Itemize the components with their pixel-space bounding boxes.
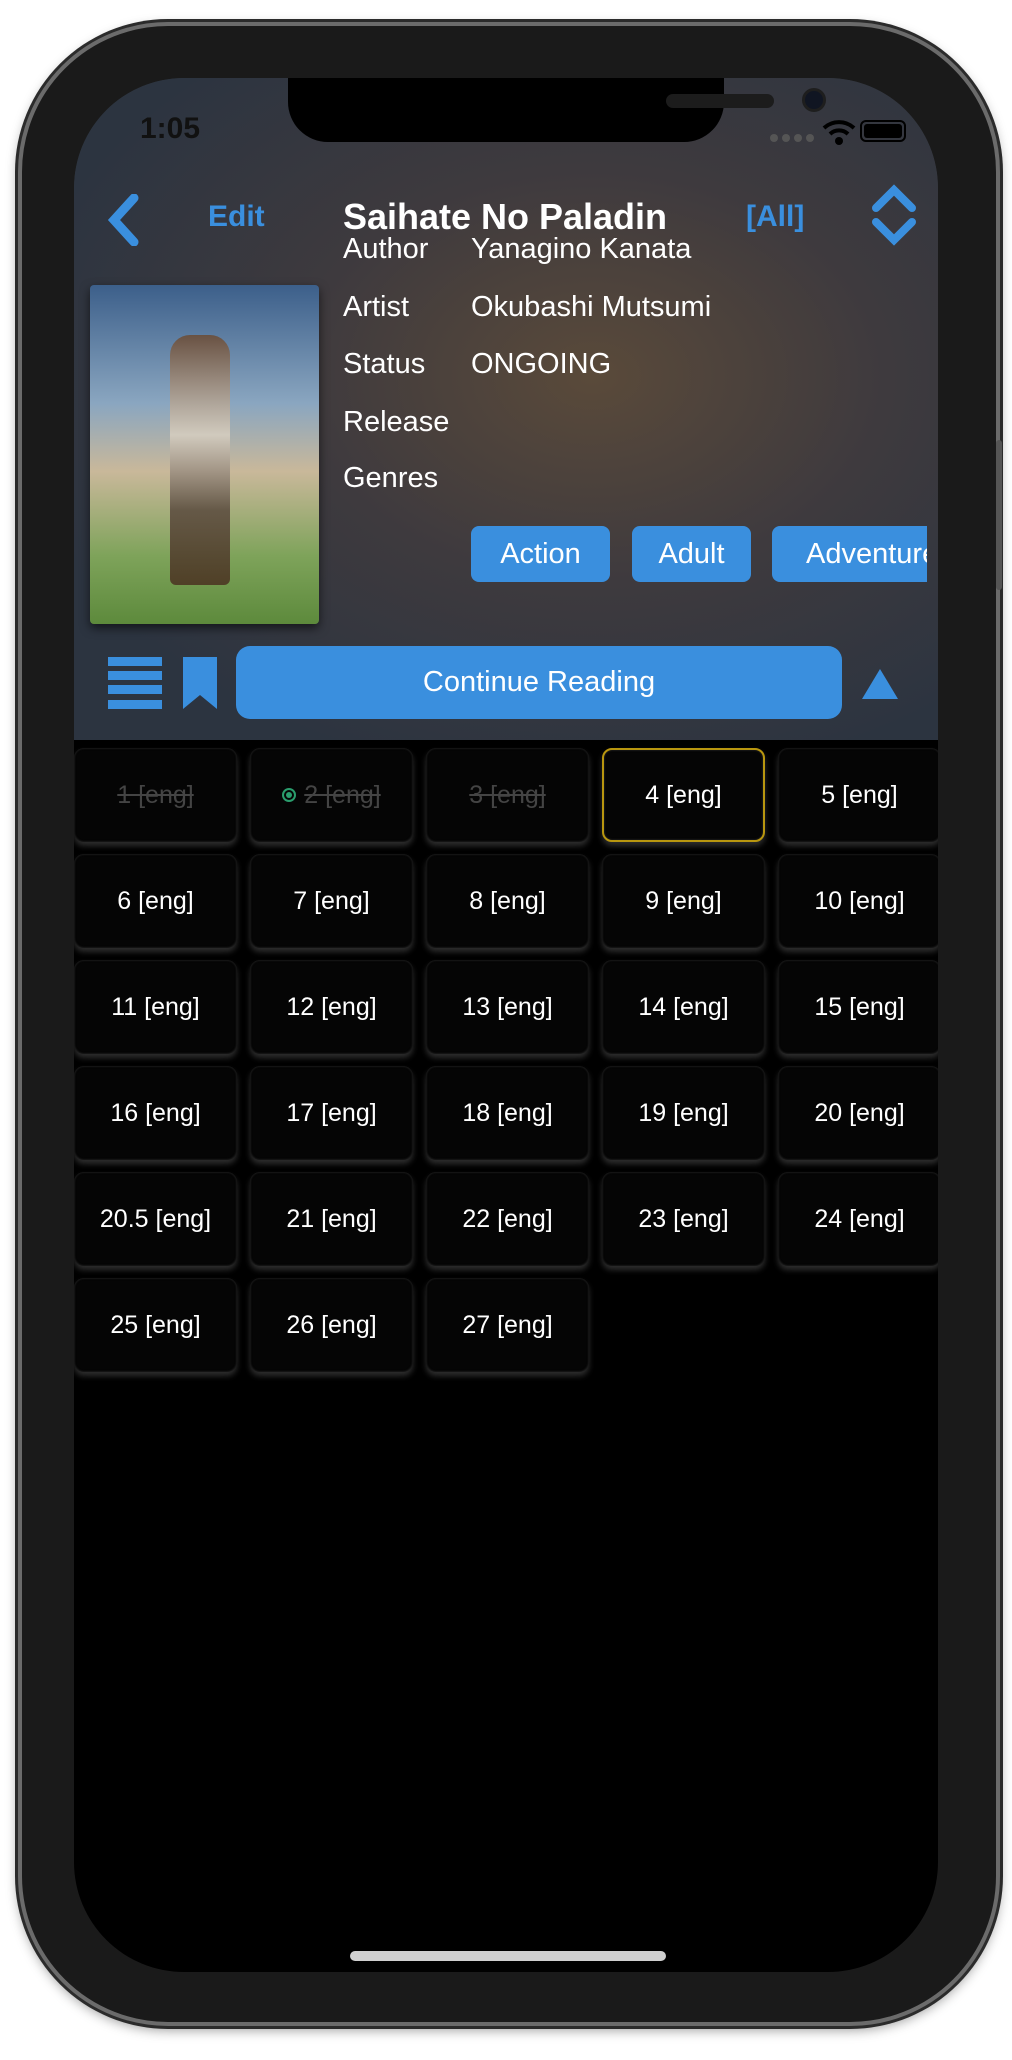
chapter-label: 9 [eng] — [645, 886, 722, 915]
home-indicator[interactable] — [350, 1951, 666, 1961]
chapter-label: 20.5 [eng] — [99, 1204, 212, 1233]
list-icon[interactable] — [108, 657, 162, 709]
chapter-cell[interactable]: 3 [eng] — [426, 748, 589, 842]
chapter-label: 20 [eng] — [814, 1098, 905, 1127]
chapter-label: 2 [eng] — [304, 780, 381, 809]
chapter-cell[interactable]: 23 [eng] — [602, 1172, 765, 1266]
chapter-label: 23 [eng] — [638, 1204, 729, 1233]
chapter-cell[interactable]: 17 [eng] — [250, 1066, 413, 1160]
genres-label: Genres — [343, 462, 439, 494]
chapter-cell[interactable]: 6 [eng] — [74, 854, 237, 948]
chapter-cell[interactable]: 14 [eng] — [602, 960, 765, 1054]
chapter-cell[interactable]: 8 [eng] — [426, 854, 589, 948]
chapter-label: 25 [eng] — [110, 1310, 201, 1339]
chapter-cell[interactable]: 13 [eng] — [426, 960, 589, 1054]
chapter-cell[interactable]: 4 [eng] — [602, 748, 765, 842]
chapter-cell[interactable]: 21 [eng] — [250, 1172, 413, 1266]
chapter-label: 14 [eng] — [638, 992, 729, 1021]
chapter-label: 16 [eng] — [110, 1098, 201, 1127]
genre-tag-adventure[interactable]: Adventure — [772, 526, 927, 582]
chapter-cell[interactable]: 7 [eng] — [250, 854, 413, 948]
chapter-cell[interactable]: 5 [eng] — [778, 748, 938, 842]
chapter-label: 13 [eng] — [462, 992, 553, 1021]
continue-reading-button[interactable]: Continue Reading — [236, 646, 842, 719]
chapter-label: 24 [eng] — [814, 1204, 905, 1233]
chapter-label: 11 [eng] — [111, 992, 200, 1021]
manga-header: 1:05 Edit Saihate No Paladin [All] Autho… — [74, 78, 938, 740]
chapter-label: 22 [eng] — [462, 1204, 553, 1233]
chapter-label: 7 [eng] — [293, 886, 370, 915]
genre-tag-action[interactable]: Action — [471, 526, 610, 582]
side-button — [996, 440, 1002, 590]
bookmark-icon[interactable] — [183, 657, 217, 709]
chapter-cell[interactable]: 16 [eng] — [74, 1066, 237, 1160]
chapter-cell[interactable]: 25 [eng] — [74, 1278, 237, 1372]
chapter-label: 15 [eng] — [814, 992, 905, 1021]
artist-label: Artist — [343, 291, 410, 323]
chapter-cell[interactable]: 27 [eng] — [426, 1278, 589, 1372]
screen: 1:05 Edit Saihate No Paladin [All] Autho… — [74, 78, 938, 1972]
chapter-cell[interactable]: 9 [eng] — [602, 854, 765, 948]
in-progress-icon — [282, 788, 297, 802]
chapter-label: 18 [eng] — [462, 1098, 553, 1127]
chapter-label: 3 [eng] — [469, 780, 546, 809]
chapter-label: 19 [eng] — [638, 1098, 729, 1127]
status-time: 1:05 — [140, 112, 201, 145]
genre-tag-adult[interactable]: Adult — [632, 526, 751, 582]
chapter-label: 1 [eng] — [117, 780, 194, 809]
chapter-label: 10 [eng] — [814, 886, 905, 915]
genres-scroller[interactable]: Action Adult Adventure — [471, 78, 927, 740]
chapter-label: 21 [eng] — [286, 1204, 377, 1233]
chapter-label: 17 [eng] — [286, 1098, 377, 1127]
chapter-label: 6 [eng] — [117, 886, 194, 915]
chapter-label: 12 [eng] — [286, 992, 377, 1021]
chapter-cell[interactable]: 2 [eng] — [250, 748, 413, 842]
chapter-cell[interactable]: 10 [eng] — [778, 854, 938, 948]
author-label: Author — [343, 233, 429, 265]
chapter-cell[interactable]: 20 [eng] — [778, 1066, 938, 1160]
chapter-label: 27 [eng] — [462, 1310, 553, 1339]
chevron-left-icon[interactable] — [106, 194, 140, 246]
status-label: Status — [343, 348, 426, 380]
chapter-cell[interactable]: 18 [eng] — [426, 1066, 589, 1160]
chapter-cell[interactable]: 20.5 [eng] — [74, 1172, 237, 1266]
chapter-cell[interactable]: 12 [eng] — [250, 960, 413, 1054]
release-label: Release — [343, 406, 450, 438]
chapter-cell[interactable]: 11 [eng] — [74, 960, 237, 1054]
chapter-label: 26 [eng] — [286, 1310, 377, 1339]
chapter-cell[interactable]: 22 [eng] — [426, 1172, 589, 1266]
triangle-up-icon[interactable] — [862, 669, 898, 699]
chapter-cell[interactable]: 19 [eng] — [602, 1066, 765, 1160]
chapter-label: 5 [eng] — [821, 780, 898, 809]
chapter-label: 4 [eng] — [645, 780, 722, 809]
chapter-cell[interactable]: 24 [eng] — [778, 1172, 938, 1266]
chapter-label: 8 [eng] — [469, 886, 546, 915]
chapter-cell[interactable]: 15 [eng] — [778, 960, 938, 1054]
chapter-cell[interactable]: 1 [eng] — [74, 748, 237, 842]
cover-image[interactable] — [90, 285, 319, 624]
chapter-cell[interactable]: 26 [eng] — [250, 1278, 413, 1372]
